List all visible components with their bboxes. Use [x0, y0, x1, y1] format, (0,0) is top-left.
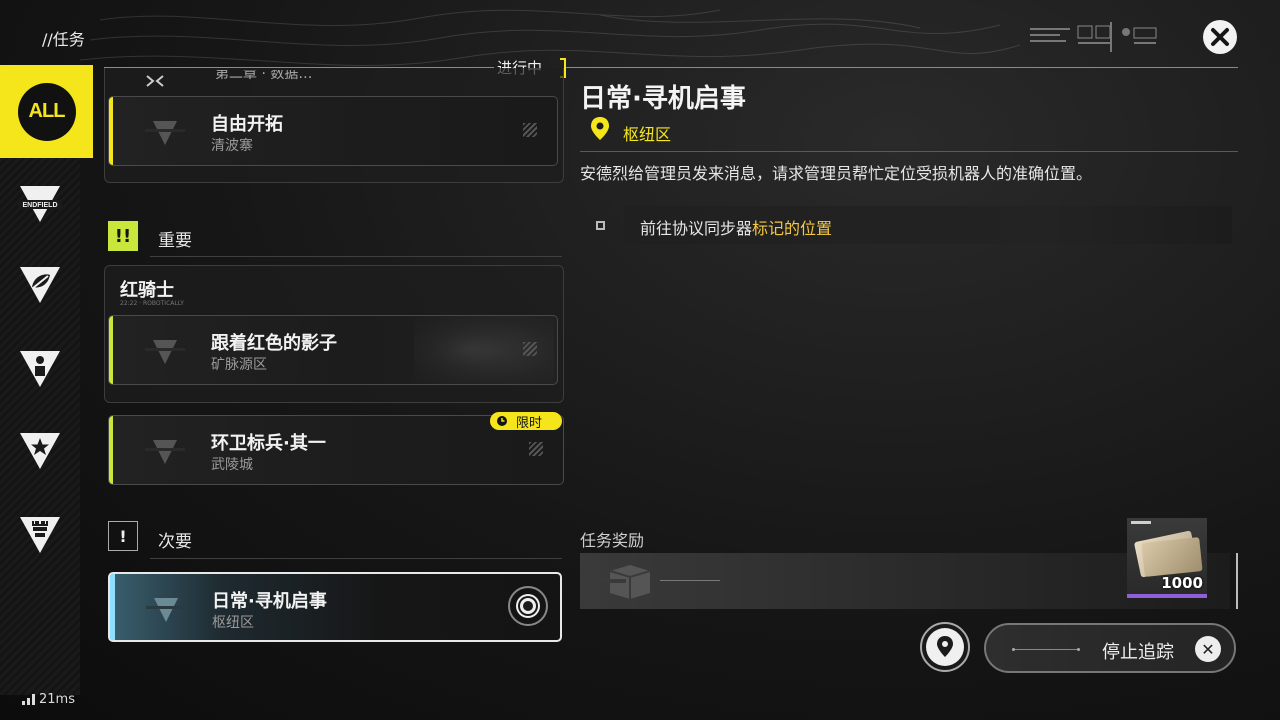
important-heading: 重要	[158, 231, 192, 251]
tower-icon	[20, 517, 60, 553]
quest-card[interactable]: 跟着红色的影子 矿脉源区	[108, 315, 558, 385]
category-star-button[interactable]	[0, 412, 80, 490]
quest-description: 安德烈给管理员发来消息，请求管理员帮忙定位受损机器人的准确位置。	[580, 164, 1093, 183]
quest-name: 跟着红色的影子	[211, 333, 337, 354]
rewards-title: 任务奖励	[580, 531, 645, 550]
line-decoration	[1012, 648, 1080, 651]
quest-location: 矿脉源区	[211, 357, 267, 373]
stop-tracking-button[interactable]: 停止追踪 ✕	[984, 623, 1236, 673]
hatch-decoration	[523, 342, 537, 356]
limited-time-tag: 限时	[490, 412, 562, 431]
leaf-icon	[20, 267, 60, 303]
divider	[150, 558, 562, 559]
person-icon	[20, 351, 60, 387]
signal-icon	[22, 694, 35, 705]
svg-text:ENDFIELD: ENDFIELD	[23, 202, 58, 209]
chapter-title-partial: 第二章 · 数据…	[215, 70, 313, 80]
hatch-decoration	[523, 123, 537, 137]
objective-highlight: 标记的位置	[752, 219, 833, 238]
arrow-decoration	[660, 580, 720, 581]
quest-type-icon	[145, 440, 185, 464]
limited-time-label: 限时	[516, 415, 543, 431]
star-icon	[20, 433, 60, 469]
objective-text: 前往协议同步器标记的位置	[640, 215, 832, 239]
quest-type-icon	[145, 121, 185, 145]
chapter-emblem-icon	[146, 75, 164, 87]
category-endfield-button[interactable]: ENDFIELD	[0, 165, 80, 243]
quest-card-selected[interactable]: 日常·寻机启事 枢纽区	[108, 572, 562, 642]
all-label: ALL	[17, 82, 76, 141]
objective-prefix: 前往协议同步器	[640, 219, 753, 238]
ping-value: 21ms	[39, 692, 75, 707]
quest-objective: 前往协议同步器标记的位置	[580, 206, 1232, 244]
quest-group-subtitle: 22:22 · ROBOTICALLY	[120, 300, 184, 307]
quest-location: 武陵城	[211, 457, 253, 473]
quest-name: 自由开拓	[211, 114, 283, 135]
breadcrumb: //任务	[42, 30, 85, 49]
quest-name: 环卫标兵·其一	[211, 433, 326, 454]
quest-group-title: 红骑士	[120, 280, 174, 301]
endfield-icon: ENDFIELD	[18, 186, 62, 222]
location-pin-icon	[591, 117, 609, 140]
divider	[150, 256, 562, 257]
quest-location: 清波寨	[211, 138, 253, 154]
category-all-button[interactable]: ALL	[0, 65, 93, 158]
network-ping: 21ms	[22, 692, 75, 707]
quest-accent	[109, 316, 113, 384]
stop-tracking-label: 停止追踪	[1102, 642, 1174, 663]
close-icon: ✕	[1195, 636, 1221, 662]
quest-accent	[109, 416, 113, 484]
locate-on-map-button[interactable]	[920, 622, 970, 672]
quest-detail-location: 枢纽区	[623, 125, 672, 144]
divider	[1236, 553, 1238, 609]
corner-decoration	[1131, 521, 1151, 524]
quest-accent	[109, 97, 113, 165]
quest-type-icon	[146, 598, 186, 622]
important-badge: !!	[108, 221, 138, 251]
hud-decoration	[1030, 22, 1157, 52]
quest-card[interactable]: 自由开拓 清波寨	[108, 96, 558, 166]
supply-crate-icon	[596, 565, 651, 599]
quest-type-icon	[145, 340, 185, 364]
divider	[580, 151, 1238, 152]
close-icon	[1211, 28, 1229, 46]
reward-item-currency[interactable]: 1000	[1127, 518, 1207, 598]
quest-name: 日常·寻机启事	[212, 591, 327, 612]
map-pin-icon	[937, 636, 953, 657]
tracking-indicator-icon	[508, 586, 548, 626]
category-tower-button[interactable]	[0, 496, 80, 574]
minor-heading: 次要	[158, 532, 192, 552]
close-button[interactable]	[1203, 20, 1237, 54]
category-leaf-button[interactable]	[0, 246, 80, 324]
divider	[566, 67, 1238, 68]
banknote-icon	[1141, 537, 1203, 577]
category-person-button[interactable]	[0, 330, 80, 408]
reward-quantity: 1000	[1161, 574, 1203, 592]
clock-icon	[497, 416, 507, 426]
objective-checkbox-icon	[596, 221, 605, 230]
quest-accent	[110, 574, 115, 640]
quest-location: 枢纽区	[212, 615, 254, 631]
minor-badge: !	[108, 521, 138, 551]
quest-detail-title: 日常·寻机启事	[580, 84, 746, 114]
hatch-decoration	[529, 442, 543, 456]
